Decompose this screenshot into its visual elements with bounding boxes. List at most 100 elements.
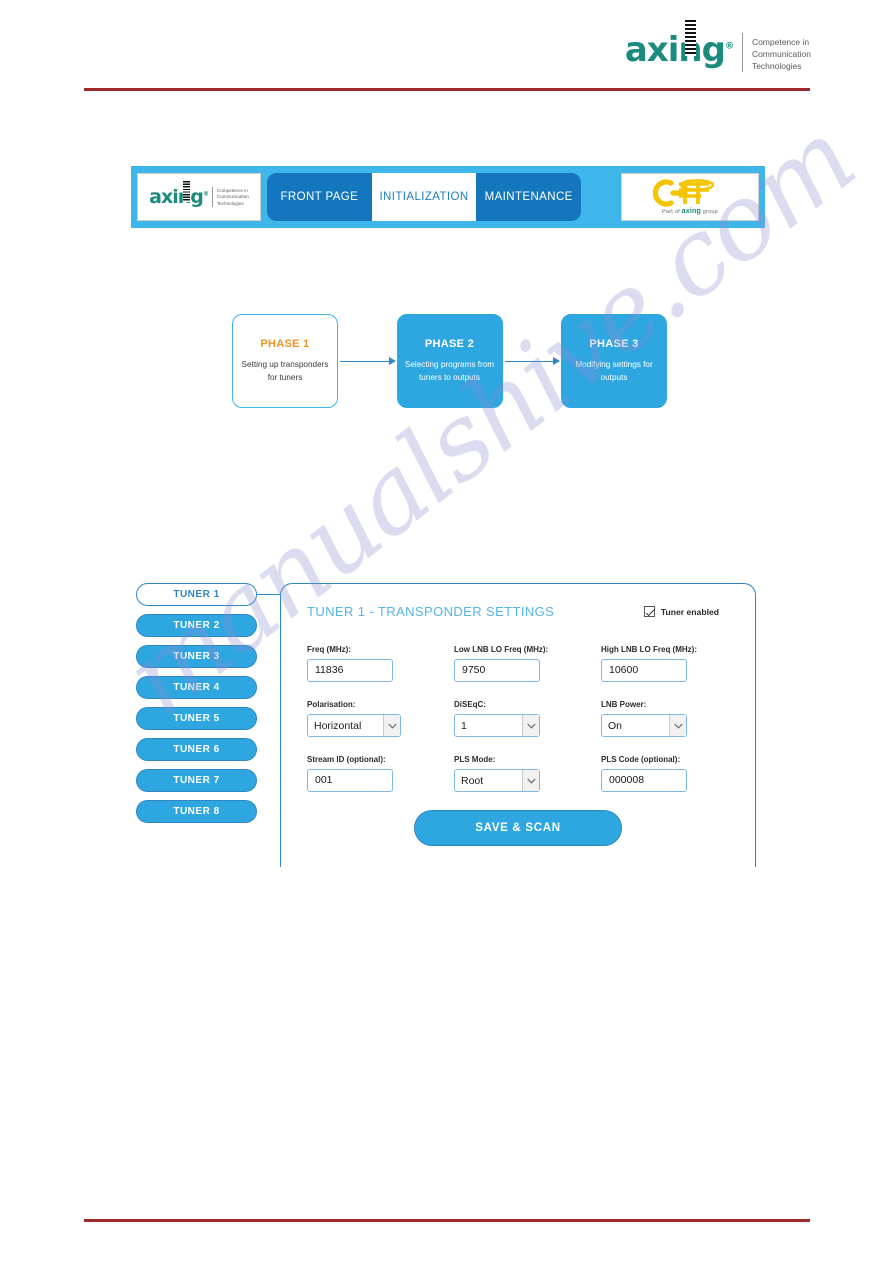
navbar-barcode-icon	[183, 180, 190, 202]
save-and-scan-button[interactable]: SAVE & SCAN	[414, 810, 622, 846]
phase-2-description: Selecting programs from tuners to output…	[404, 359, 495, 382]
nav-tab-initialization[interactable]: INITIALIZATION	[371, 173, 477, 221]
registered-mark-icon: ®	[724, 41, 734, 52]
tuner-settings-area: TUNER 1 TUNER 2 TUNER 3 TUNER 4 TUNER 5 …	[136, 583, 756, 873]
save-button-row: SAVE & SCAN	[307, 810, 729, 846]
field-pls-mode: PLS Mode: Root	[454, 755, 580, 792]
polarisation-value: Horizontal	[314, 719, 362, 732]
navbar-axing-logo: axing® Competence in Communication Techn…	[137, 173, 261, 221]
freq-input[interactable]: 11836	[307, 659, 393, 682]
field-stream-id: Stream ID (optional): 001	[307, 755, 433, 792]
navbar-registered-icon: ®	[202, 190, 209, 198]
tuner-tab-6[interactable]: TUNER 6	[136, 738, 257, 761]
tuner-tab-8[interactable]: TUNER 8	[136, 800, 257, 823]
tuner-tab-connector	[256, 594, 281, 596]
diseqc-select[interactable]: 1	[454, 714, 540, 737]
field-diseqc-label: DiSEqC:	[454, 700, 486, 709]
field-low-lnb-label: Low LNB LO Freq (MHz):	[454, 645, 549, 654]
navbar-axing-wordmark: axing®	[149, 180, 209, 208]
field-polarisation-label: Polarisation:	[307, 700, 356, 709]
tuner-tab-7[interactable]: TUNER 7	[136, 769, 257, 792]
nav-tab-maintenance[interactable]: MAINTENANCE	[476, 173, 581, 221]
transponder-settings-panel: TUNER 1 - TRANSPONDER SETTINGS Tuner ena…	[280, 583, 756, 867]
field-high-lnb-label: High LNB LO Freq (MHz):	[601, 645, 697, 654]
phase-box-2[interactable]: PHASE 2 Selecting programs from tuners t…	[396, 314, 503, 408]
tuner-tab-5[interactable]: TUNER 5	[136, 707, 257, 730]
axing-wordmark: axing®	[624, 20, 734, 70]
phase-2-title: PHASE 2	[424, 337, 475, 350]
document-header-logo: axing® Competence in Communication Techn…	[624, 20, 811, 73]
form-row-lnb-options: Polarisation: Horizontal DiSEqC: 1 LNB P…	[307, 700, 729, 737]
stream-id-input[interactable]: 001	[307, 769, 393, 792]
phase-arrow-2-to-3	[503, 356, 562, 366]
tuner-tab-2[interactable]: TUNER 2	[136, 614, 257, 637]
high-lnb-lo-freq-input[interactable]: 10600	[601, 659, 687, 682]
phase-3-description: Modifying settings for outputs	[575, 359, 653, 382]
rf-logo-caption: Part of axing group	[662, 208, 718, 215]
navbar-tagline-line-1: Competence in	[216, 187, 248, 193]
field-polarisation: Polarisation: Horizontal	[307, 700, 433, 737]
field-pls-code: PLS Code (optional): 000008	[601, 755, 727, 792]
rf-logo-icon	[652, 179, 715, 207]
pls-mode-select[interactable]: Root	[454, 769, 540, 792]
lnb-power-value: On	[608, 719, 623, 732]
axing-tagline: Competence in Communication Technologies	[741, 33, 811, 73]
app-navbar: axing® Competence in Communication Techn…	[131, 166, 765, 228]
chevron-down-icon	[669, 715, 686, 736]
rf-caption-suffix: group	[700, 209, 718, 215]
phase-arrow-1-to-2	[338, 356, 397, 366]
navbar-axing-text: axing	[149, 185, 204, 208]
chevron-down-icon	[522, 770, 539, 791]
form-row-frequencies: Freq (MHz): 11836 Low LNB LO Freq (MHz):…	[307, 645, 729, 682]
phase-flow-diagram: PHASE 1 Setting up transponders for tune…	[232, 312, 667, 410]
polarisation-select[interactable]: Horizontal	[307, 714, 401, 737]
axing-barcode-icon	[684, 20, 696, 56]
tagline-line-1: Competence in	[751, 37, 810, 47]
low-lnb-lo-freq-input[interactable]: 9750	[454, 659, 540, 682]
phase-box-1[interactable]: PHASE 1 Setting up transponders for tune…	[232, 314, 338, 408]
field-freq: Freq (MHz): 11836	[307, 645, 433, 682]
chevron-down-icon	[522, 715, 539, 736]
phase-1-title: PHASE 1	[260, 337, 310, 350]
field-low-lnb: Low LNB LO Freq (MHz): 9750	[454, 645, 580, 682]
field-lnb-power: LNB Power: On	[601, 700, 727, 737]
phase-1-description: Setting up transponders for tuners	[241, 359, 329, 382]
field-pls-mode-label: PLS Mode:	[454, 755, 496, 764]
tuner-enabled-group[interactable]: Tuner enabled	[643, 606, 719, 617]
document-page: axing® Competence in Communication Techn…	[0, 0, 893, 1263]
footer-rule	[84, 1219, 810, 1222]
tuner-tab-4[interactable]: TUNER 4	[136, 676, 257, 699]
navbar-tagline-line-2: Communication	[216, 194, 249, 200]
field-diseqc: DiSEqC: 1	[454, 700, 580, 737]
rf-caption-prefix: Part of	[662, 209, 682, 215]
field-stream-id-label: Stream ID (optional):	[307, 755, 386, 764]
phase-3-title: PHASE 3	[589, 337, 639, 350]
chevron-down-icon	[383, 715, 400, 736]
lnb-power-select[interactable]: On	[601, 714, 687, 737]
nav-tab-front-page[interactable]: FRONT PAGE	[267, 173, 372, 221]
tuner-tab-3[interactable]: TUNER 3	[136, 645, 257, 668]
field-pls-code-label: PLS Code (optional):	[601, 755, 681, 764]
field-freq-label: Freq (MHz):	[307, 645, 351, 654]
tuner-tab-1[interactable]: TUNER 1	[136, 583, 257, 606]
field-lnb-power-label: LNB Power:	[601, 700, 647, 709]
diseqc-value: 1	[461, 719, 467, 732]
navbar-axing-tagline: Competence in Communication Technologies	[211, 186, 249, 208]
navbar-rf-logo: Part of axing group	[621, 173, 759, 221]
form-row-stream-pls: Stream ID (optional): 001 PLS Mode: Root…	[307, 755, 729, 792]
pls-code-input[interactable]: 000008	[601, 769, 687, 792]
tagline-line-3: Technologies	[751, 61, 802, 72]
tuner-enabled-label: Tuner enabled	[660, 606, 719, 617]
navbar-tabs: FRONT PAGE INITIALIZATION MAINTENANCE	[267, 173, 581, 221]
field-high-lnb: High LNB LO Freq (MHz): 10600	[601, 645, 727, 682]
tuner-enabled-checkbox[interactable]	[643, 606, 655, 617]
header-rule	[84, 88, 810, 91]
phase-box-3[interactable]: PHASE 3 Modifying settings for outputs	[561, 314, 667, 408]
tagline-line-2: Communication	[751, 49, 811, 60]
panel-title: TUNER 1 - TRANSPONDER SETTINGS	[307, 604, 555, 619]
rf-caption-brand: axing	[681, 208, 701, 215]
pls-mode-value: Root	[461, 774, 484, 787]
navbar-tagline-line-3: Technologies	[216, 200, 244, 206]
panel-header: TUNER 1 - TRANSPONDER SETTINGS Tuner ena…	[307, 604, 729, 619]
axing-wordmark-text: axing	[624, 30, 726, 70]
